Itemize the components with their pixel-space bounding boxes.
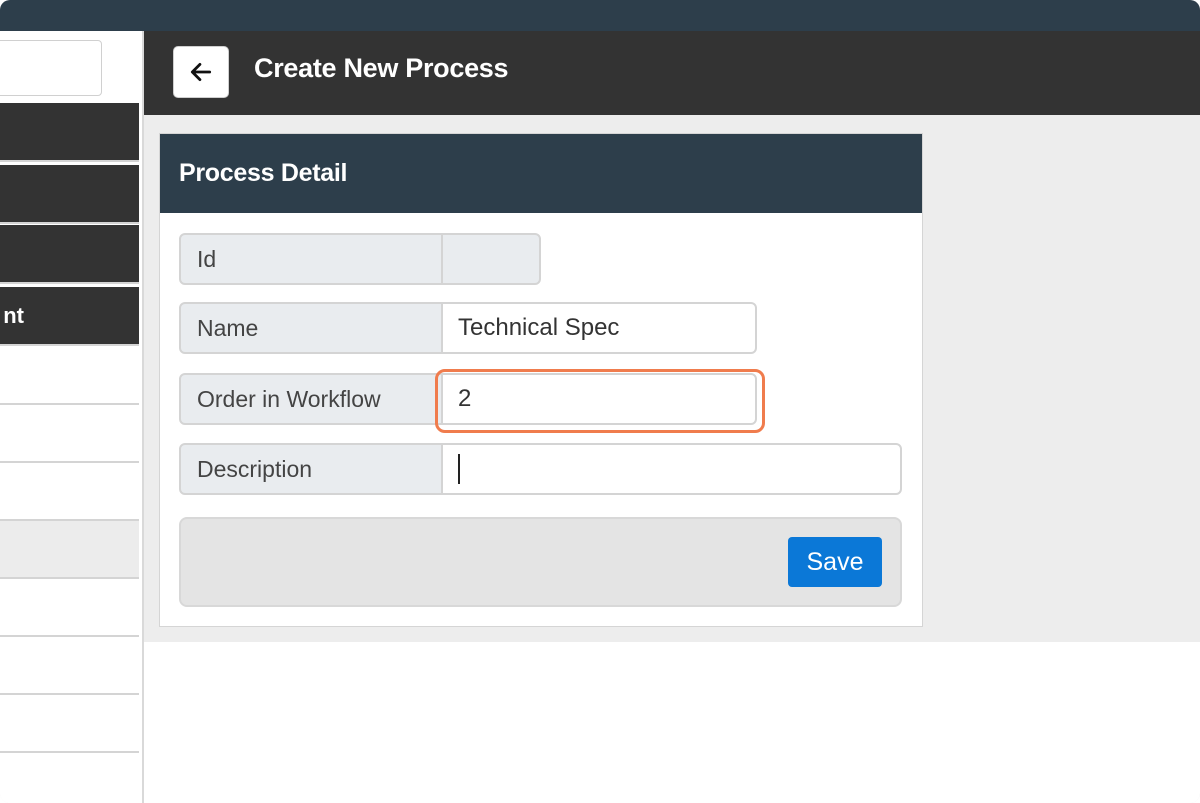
sidebar-item-8[interactable] <box>0 521 139 579</box>
order-in-workflow-field[interactable]: 2 <box>441 373 757 425</box>
name-field-group: Name Technical Spec <box>179 302 758 354</box>
page-header: Create New Process <box>144 31 1200 115</box>
sidebar-item-12[interactable] <box>0 753 139 803</box>
main-content: Create New Process Process Detail Id Nam… <box>144 31 1200 803</box>
sidebar-item-7[interactable] <box>0 463 139 521</box>
window-top-bar <box>0 0 1200 31</box>
process-detail-panel: Process Detail Id Name Technical Spec Or… <box>159 133 923 627</box>
panel-header: Process Detail <box>160 134 922 213</box>
sidebar-item-1[interactable] <box>0 103 139 162</box>
page-title: Create New Process <box>254 53 509 83</box>
id-label: Id <box>179 233 443 285</box>
sidebar-item-label: nt <box>3 303 24 328</box>
sidebar: nt <box>0 31 144 803</box>
content-area: Process Detail Id Name Technical Spec Or… <box>144 115 1200 642</box>
order-field-group: Order in Workflow 2 <box>179 373 758 425</box>
back-button[interactable] <box>173 46 229 98</box>
id-field <box>441 233 541 285</box>
sidebar-item-2[interactable] <box>0 165 139 224</box>
order-label: Order in Workflow <box>179 373 443 425</box>
sidebar-item-11[interactable] <box>0 695 139 753</box>
name-label: Name <box>179 302 443 354</box>
panel-footer: Save <box>179 517 902 607</box>
sidebar-item-9[interactable] <box>0 579 139 637</box>
sidebar-item-10[interactable] <box>0 637 139 695</box>
text-cursor <box>458 454 460 484</box>
description-field-group: Description <box>179 443 902 495</box>
arrow-left-icon <box>190 63 212 81</box>
sidebar-item-3[interactable] <box>0 225 139 284</box>
sidebar-item-4[interactable]: nt <box>0 287 139 346</box>
save-button[interactable]: Save <box>788 537 882 587</box>
name-field[interactable]: Technical Spec <box>441 302 757 354</box>
description-field[interactable] <box>441 443 902 495</box>
app-window: nt Create New Process Process Detail Id … <box>0 0 1200 803</box>
panel-title: Process Detail <box>179 159 348 187</box>
sidebar-item-5[interactable] <box>0 347 139 405</box>
sidebar-item-6[interactable] <box>0 405 139 463</box>
sidebar-search-input[interactable] <box>0 40 102 96</box>
description-label: Description <box>179 443 443 495</box>
id-field-group: Id <box>179 233 541 285</box>
